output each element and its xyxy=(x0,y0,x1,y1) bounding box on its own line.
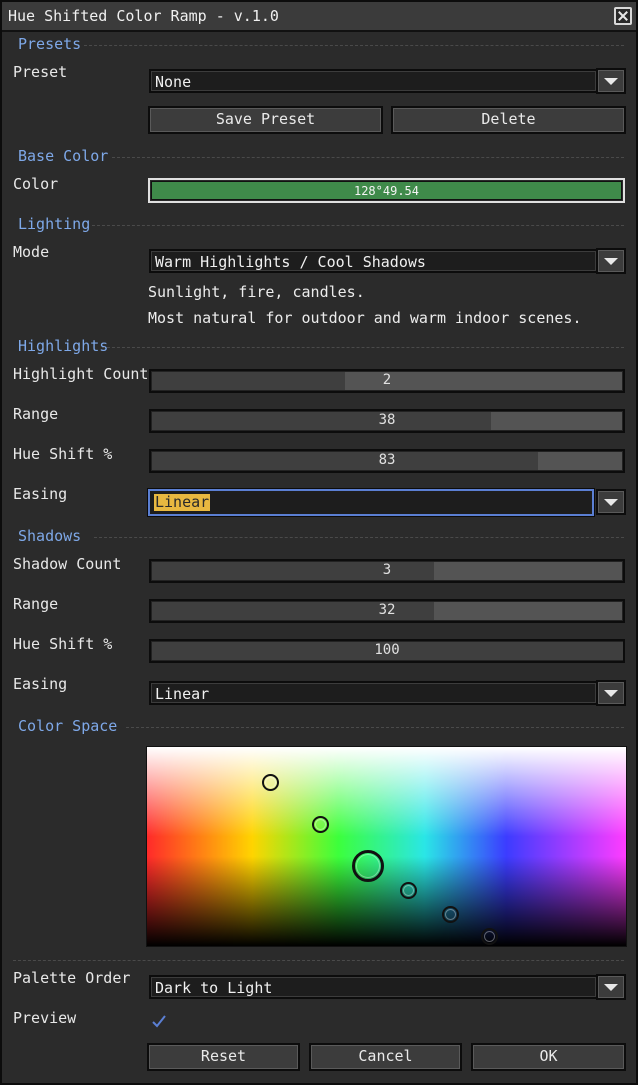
lighting-description-line1: Sunlight, fire, candles. xyxy=(148,283,365,301)
color-value-text: 128°49.54 xyxy=(353,184,420,198)
preset-select[interactable]: None xyxy=(149,69,598,93)
section-divider xyxy=(94,537,624,538)
highlight-hue-shift-slider[interactable]: 83 xyxy=(149,449,625,473)
highlight-range-slider[interactable]: 38 xyxy=(149,409,625,433)
shadow-range-slider[interactable]: 32 xyxy=(149,599,625,623)
section-divider xyxy=(13,960,624,961)
shadow-hue-shift-slider[interactable]: 100 xyxy=(149,639,625,663)
section-divider xyxy=(112,157,624,158)
color-ramp-marker[interactable] xyxy=(442,906,459,923)
save-preset-button[interactable]: Save Preset xyxy=(148,106,383,134)
color-ramp-marker[interactable] xyxy=(400,882,417,899)
shadow-count-value: 3 xyxy=(382,562,392,578)
delete-preset-button[interactable]: Delete xyxy=(391,106,626,134)
section-divider xyxy=(84,45,624,46)
cancel-button[interactable]: Cancel xyxy=(309,1043,462,1071)
preset-label: Preset xyxy=(13,63,68,81)
section-presets: Presets xyxy=(18,35,82,53)
close-icon[interactable] xyxy=(614,7,632,25)
highlight-hue-shift-value: 83 xyxy=(378,452,396,468)
shadow-easing-chevron-down-icon[interactable] xyxy=(596,680,626,706)
highlight-range-value: 38 xyxy=(378,412,396,428)
shadow-range-label: Range xyxy=(13,595,59,613)
preview-label: Preview xyxy=(13,1009,77,1027)
lighting-mode-select[interactable]: Warm Highlights / Cool Shadows xyxy=(149,249,598,273)
highlight-easing-selected-text: Linear xyxy=(154,493,211,511)
title-bar[interactable]: Hue Shifted Color Ramp - v.1.0 xyxy=(2,2,636,32)
palette-order-chevron-down-icon[interactable] xyxy=(596,974,626,1000)
color-ramp-marker[interactable] xyxy=(312,816,329,833)
highlight-count-slider[interactable]: 2 xyxy=(149,369,625,393)
preview-checkbox-check-icon[interactable] xyxy=(151,1014,167,1028)
section-divider xyxy=(126,727,624,728)
highlight-range-label: Range xyxy=(13,405,59,423)
shadow-count-label: Shadow Count xyxy=(13,555,122,573)
palette-order-label: Palette Order xyxy=(13,969,131,987)
highlight-count-label: Highlight Count xyxy=(13,365,149,383)
shadow-count-slider[interactable]: 3 xyxy=(149,559,625,583)
palette-order-select[interactable]: Dark to Light xyxy=(149,975,598,999)
color-space-picker[interactable] xyxy=(146,746,627,947)
shadow-range-value: 32 xyxy=(378,602,396,618)
shadow-hue-shift-label: Hue Shift % xyxy=(13,635,113,653)
section-lighting: Lighting xyxy=(18,215,91,233)
preset-dropdown-chevron-down-icon[interactable] xyxy=(596,68,626,94)
shadow-easing-select[interactable]: Linear xyxy=(149,681,598,705)
shadow-easing-value: Linear xyxy=(155,685,210,703)
mode-label: Mode xyxy=(13,243,50,261)
base-color-marker[interactable] xyxy=(352,850,384,882)
dialog-window: Hue Shifted Color Ramp - v.1.0 Presets P… xyxy=(0,0,638,1085)
color-label: Color xyxy=(13,175,59,193)
window-title: Hue Shifted Color Ramp - v.1.0 xyxy=(8,7,279,25)
highlight-hue-shift-label: Hue Shift % xyxy=(13,445,113,463)
color-ramp-marker[interactable] xyxy=(481,928,498,945)
section-color-space: Color Space xyxy=(18,717,118,735)
lighting-mode-value: Warm Highlights / Cool Shadows xyxy=(155,253,426,271)
section-divider xyxy=(102,347,624,348)
shadow-easing-label: Easing xyxy=(13,675,68,693)
palette-order-value: Dark to Light xyxy=(155,979,273,997)
shadow-hue-shift-value: 100 xyxy=(374,642,400,658)
lighting-description-line2: Most natural for outdoor and warm indoor… xyxy=(148,309,582,327)
highlight-count-value: 2 xyxy=(382,372,392,388)
base-color-swatch[interactable]: 128°49.54 xyxy=(148,178,625,203)
section-base-color: Base Color xyxy=(18,147,109,165)
highlight-easing-input[interactable]: Linear xyxy=(148,489,594,516)
section-shadows: Shadows xyxy=(18,527,82,545)
preset-select-value: None xyxy=(155,73,192,91)
lighting-dropdown-chevron-down-icon[interactable] xyxy=(596,248,626,274)
ok-button[interactable]: OK xyxy=(471,1043,626,1071)
color-swatch-fill: 128°49.54 xyxy=(151,181,622,200)
color-ramp-marker[interactable] xyxy=(262,774,279,791)
reset-button[interactable]: Reset xyxy=(147,1043,300,1071)
highlight-easing-label: Easing xyxy=(13,485,68,503)
section-divider xyxy=(92,225,624,226)
highlight-easing-chevron-down-icon[interactable] xyxy=(596,489,626,515)
section-highlights: Highlights xyxy=(18,337,109,355)
